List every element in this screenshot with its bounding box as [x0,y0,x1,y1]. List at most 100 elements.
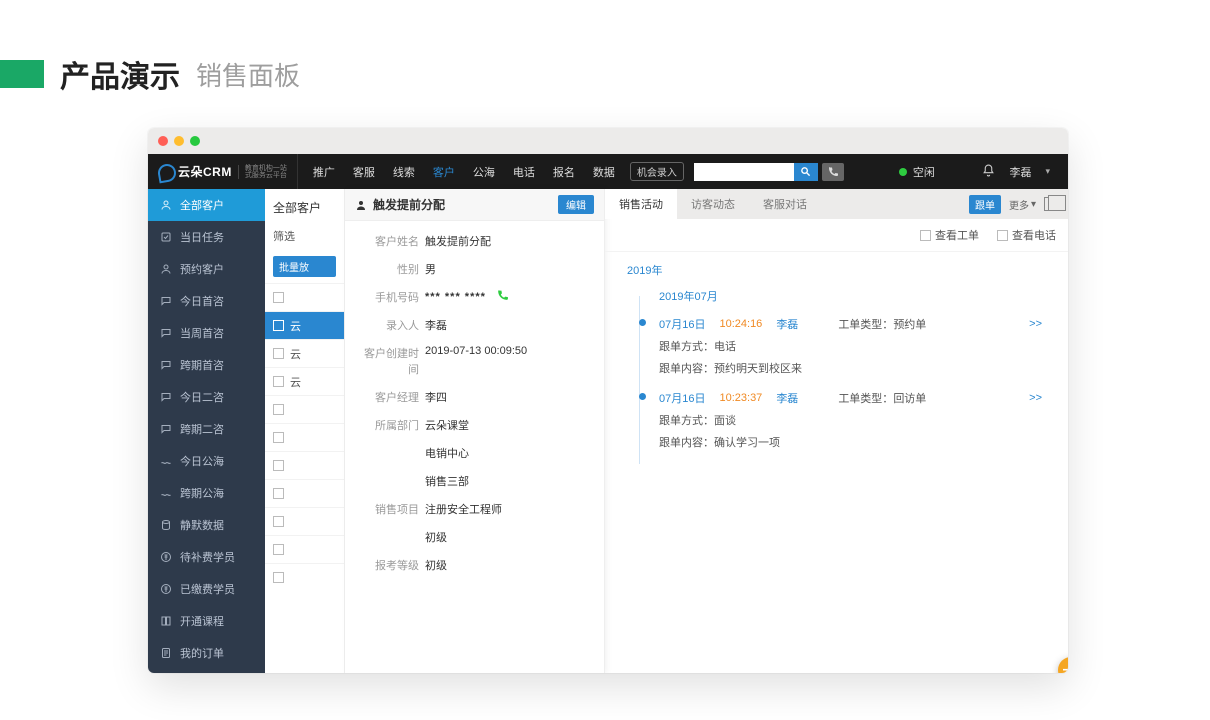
sidebar-item-today-first[interactable]: 今日首咨 [148,285,265,317]
entry-date: 07月16日 [659,316,705,332]
accent-block [0,60,44,88]
main: 全部客户 当日任务 预约客户 今日首咨 当周首咨 跨期首咨 今日二咨 跨期二咨 … [148,189,1068,673]
detail-panel: 触发提前分配 编辑 客户姓名触发提前分配 性别男 手机号码*** *** ***… [345,189,605,673]
sidebar-item-paid[interactable]: 已缴费学员 [148,573,265,605]
entry-date: 07月16日 [659,390,705,406]
logo[interactable]: 云朵CRM 教育机构一站 式服务云平台 [148,154,298,189]
bell-icon [982,164,995,177]
detail-header: 触发提前分配 编辑 [345,189,604,221]
sidebar-item-label: 跨期公海 [180,485,224,501]
table-row[interactable] [265,535,344,563]
checkbox[interactable] [273,348,284,359]
chat-icon [160,295,172,307]
sidebar-item-today-pool[interactable]: 今日公海 [148,445,265,477]
notifications-button[interactable] [982,164,995,180]
expand-button[interactable]: >> [1029,318,1050,330]
table-row[interactable] [265,451,344,479]
followup-button[interactable]: 跟单 [969,195,1001,214]
more-menu[interactable]: 更多▾ [1009,197,1036,212]
table-row[interactable]: 云 [265,311,344,339]
checkbox[interactable] [273,376,284,387]
sidebar-item-appointment[interactable]: 预约客户 [148,253,265,285]
timeline-dot [639,393,646,400]
page-subtitle: 销售面板 [196,56,300,93]
maximize-icon[interactable] [190,136,200,146]
table-row[interactable] [265,507,344,535]
checkbox[interactable] [273,544,284,555]
money-icon [160,551,172,563]
table-row[interactable] [265,479,344,507]
sidebar-item-cross-first[interactable]: 跨期首咨 [148,349,265,381]
checkbox[interactable] [273,572,284,583]
sidebar-item-week-first[interactable]: 当周首咨 [148,317,265,349]
chevron-down-icon[interactable]: ▾ [1045,166,1050,177]
opportunity-entry-button[interactable]: 机会录入 [630,162,684,181]
phone-masked: *** *** **** [425,291,486,303]
sidebar-item-label: 已缴费学员 [180,581,235,597]
nav-enroll[interactable]: 报名 [546,164,582,180]
person-icon [160,263,172,275]
field-value: *** *** **** [425,289,592,305]
nav-promo[interactable]: 推广 [306,164,342,180]
sidebar-item-all-customers[interactable]: 全部客户 [148,189,265,221]
timeline-entry: 07月16日 10:23:37 李磊 工单类型：回访单 >> 跟单方式：面谈 跟… [659,390,1050,464]
sidebar-item-today-second[interactable]: 今日二咨 [148,381,265,413]
bulk-release-button[interactable]: 批量放 [273,256,336,277]
tab-sales-activity[interactable]: 销售活动 [605,189,677,219]
minimize-icon[interactable] [174,136,184,146]
view-ticket-toggle[interactable]: 查看工单 [920,227,979,243]
table-row[interactable] [265,423,344,451]
chat-icon [160,423,172,435]
checkbox[interactable] [273,516,284,527]
nav-leads[interactable]: 线索 [386,164,422,180]
detail-body: 客户姓名触发提前分配 性别男 手机号码*** *** **** 录入人李磊 客户… [345,221,604,585]
sidebar-item-cross-second[interactable]: 跨期二咨 [148,413,265,445]
popout-icon[interactable] [1044,197,1060,211]
view-call-toggle[interactable]: 查看电话 [997,227,1056,243]
edit-button[interactable]: 编辑 [558,195,594,214]
sidebar-item-silent[interactable]: 静默数据 [148,509,265,541]
field-label: 销售项目 [357,501,425,517]
checkbox[interactable] [273,460,284,471]
search-button[interactable] [794,163,818,181]
entry-content: 跟单内容：预约明天到校区来 [659,360,1050,376]
nav-phone[interactable]: 电话 [506,164,542,180]
nav-data[interactable]: 数据 [586,164,622,180]
checkbox[interactable] [920,230,931,241]
sidebar-item-cross-pool[interactable]: 跨期公海 [148,477,265,509]
nav-pool[interactable]: 公海 [466,164,502,180]
activity-panel: 销售活动 访客动态 客服对话 跟单 更多▾ 查看工单 查看电话 2019年 [605,189,1068,673]
checkbox[interactable] [273,292,284,303]
checkbox[interactable] [273,320,284,331]
expand-button[interactable]: >> [1029,392,1050,404]
sidebar-item-pending-fee[interactable]: 待补费学员 [148,541,265,573]
close-icon[interactable] [158,136,168,146]
table-row[interactable] [265,395,344,423]
page-header: 产品演示 销售面板 [0,0,1210,128]
sidebar-item-open-course[interactable]: 开通课程 [148,605,265,637]
checkbox[interactable] [273,488,284,499]
filter-row[interactable]: 筛选 [265,222,344,250]
table-row[interactable]: 云 [265,367,344,395]
browser-window: 云朵CRM 教育机构一站 式服务云平台 推广 客服 线索 客户 公海 电话 报名… [148,128,1068,673]
call-button[interactable] [496,289,509,305]
table-row[interactable] [265,563,344,591]
checkbox[interactable] [273,404,284,415]
search-input[interactable] [694,163,794,181]
detail-title: 触发提前分配 [373,196,445,213]
user-name[interactable]: 李磊 [1009,164,1031,180]
field-label: 客户创建时间 [357,345,425,377]
checkbox[interactable] [997,230,1008,241]
tab-support-chat[interactable]: 客服对话 [749,189,821,219]
checkbox[interactable] [273,432,284,443]
sidebar-item-today-task[interactable]: 当日任务 [148,221,265,253]
sidebar-item-orders[interactable]: 我的订单 [148,637,265,669]
table-row[interactable]: 云 [265,339,344,367]
dial-button[interactable] [822,163,844,181]
table-header [265,283,344,311]
nav-customers[interactable]: 客户 [426,164,462,180]
nav-support[interactable]: 客服 [346,164,382,180]
activity-tabs: 销售活动 访客动态 客服对话 跟单 更多▾ [605,189,1068,219]
sea-icon [160,455,172,467]
tab-visitor[interactable]: 访客动态 [677,189,749,219]
